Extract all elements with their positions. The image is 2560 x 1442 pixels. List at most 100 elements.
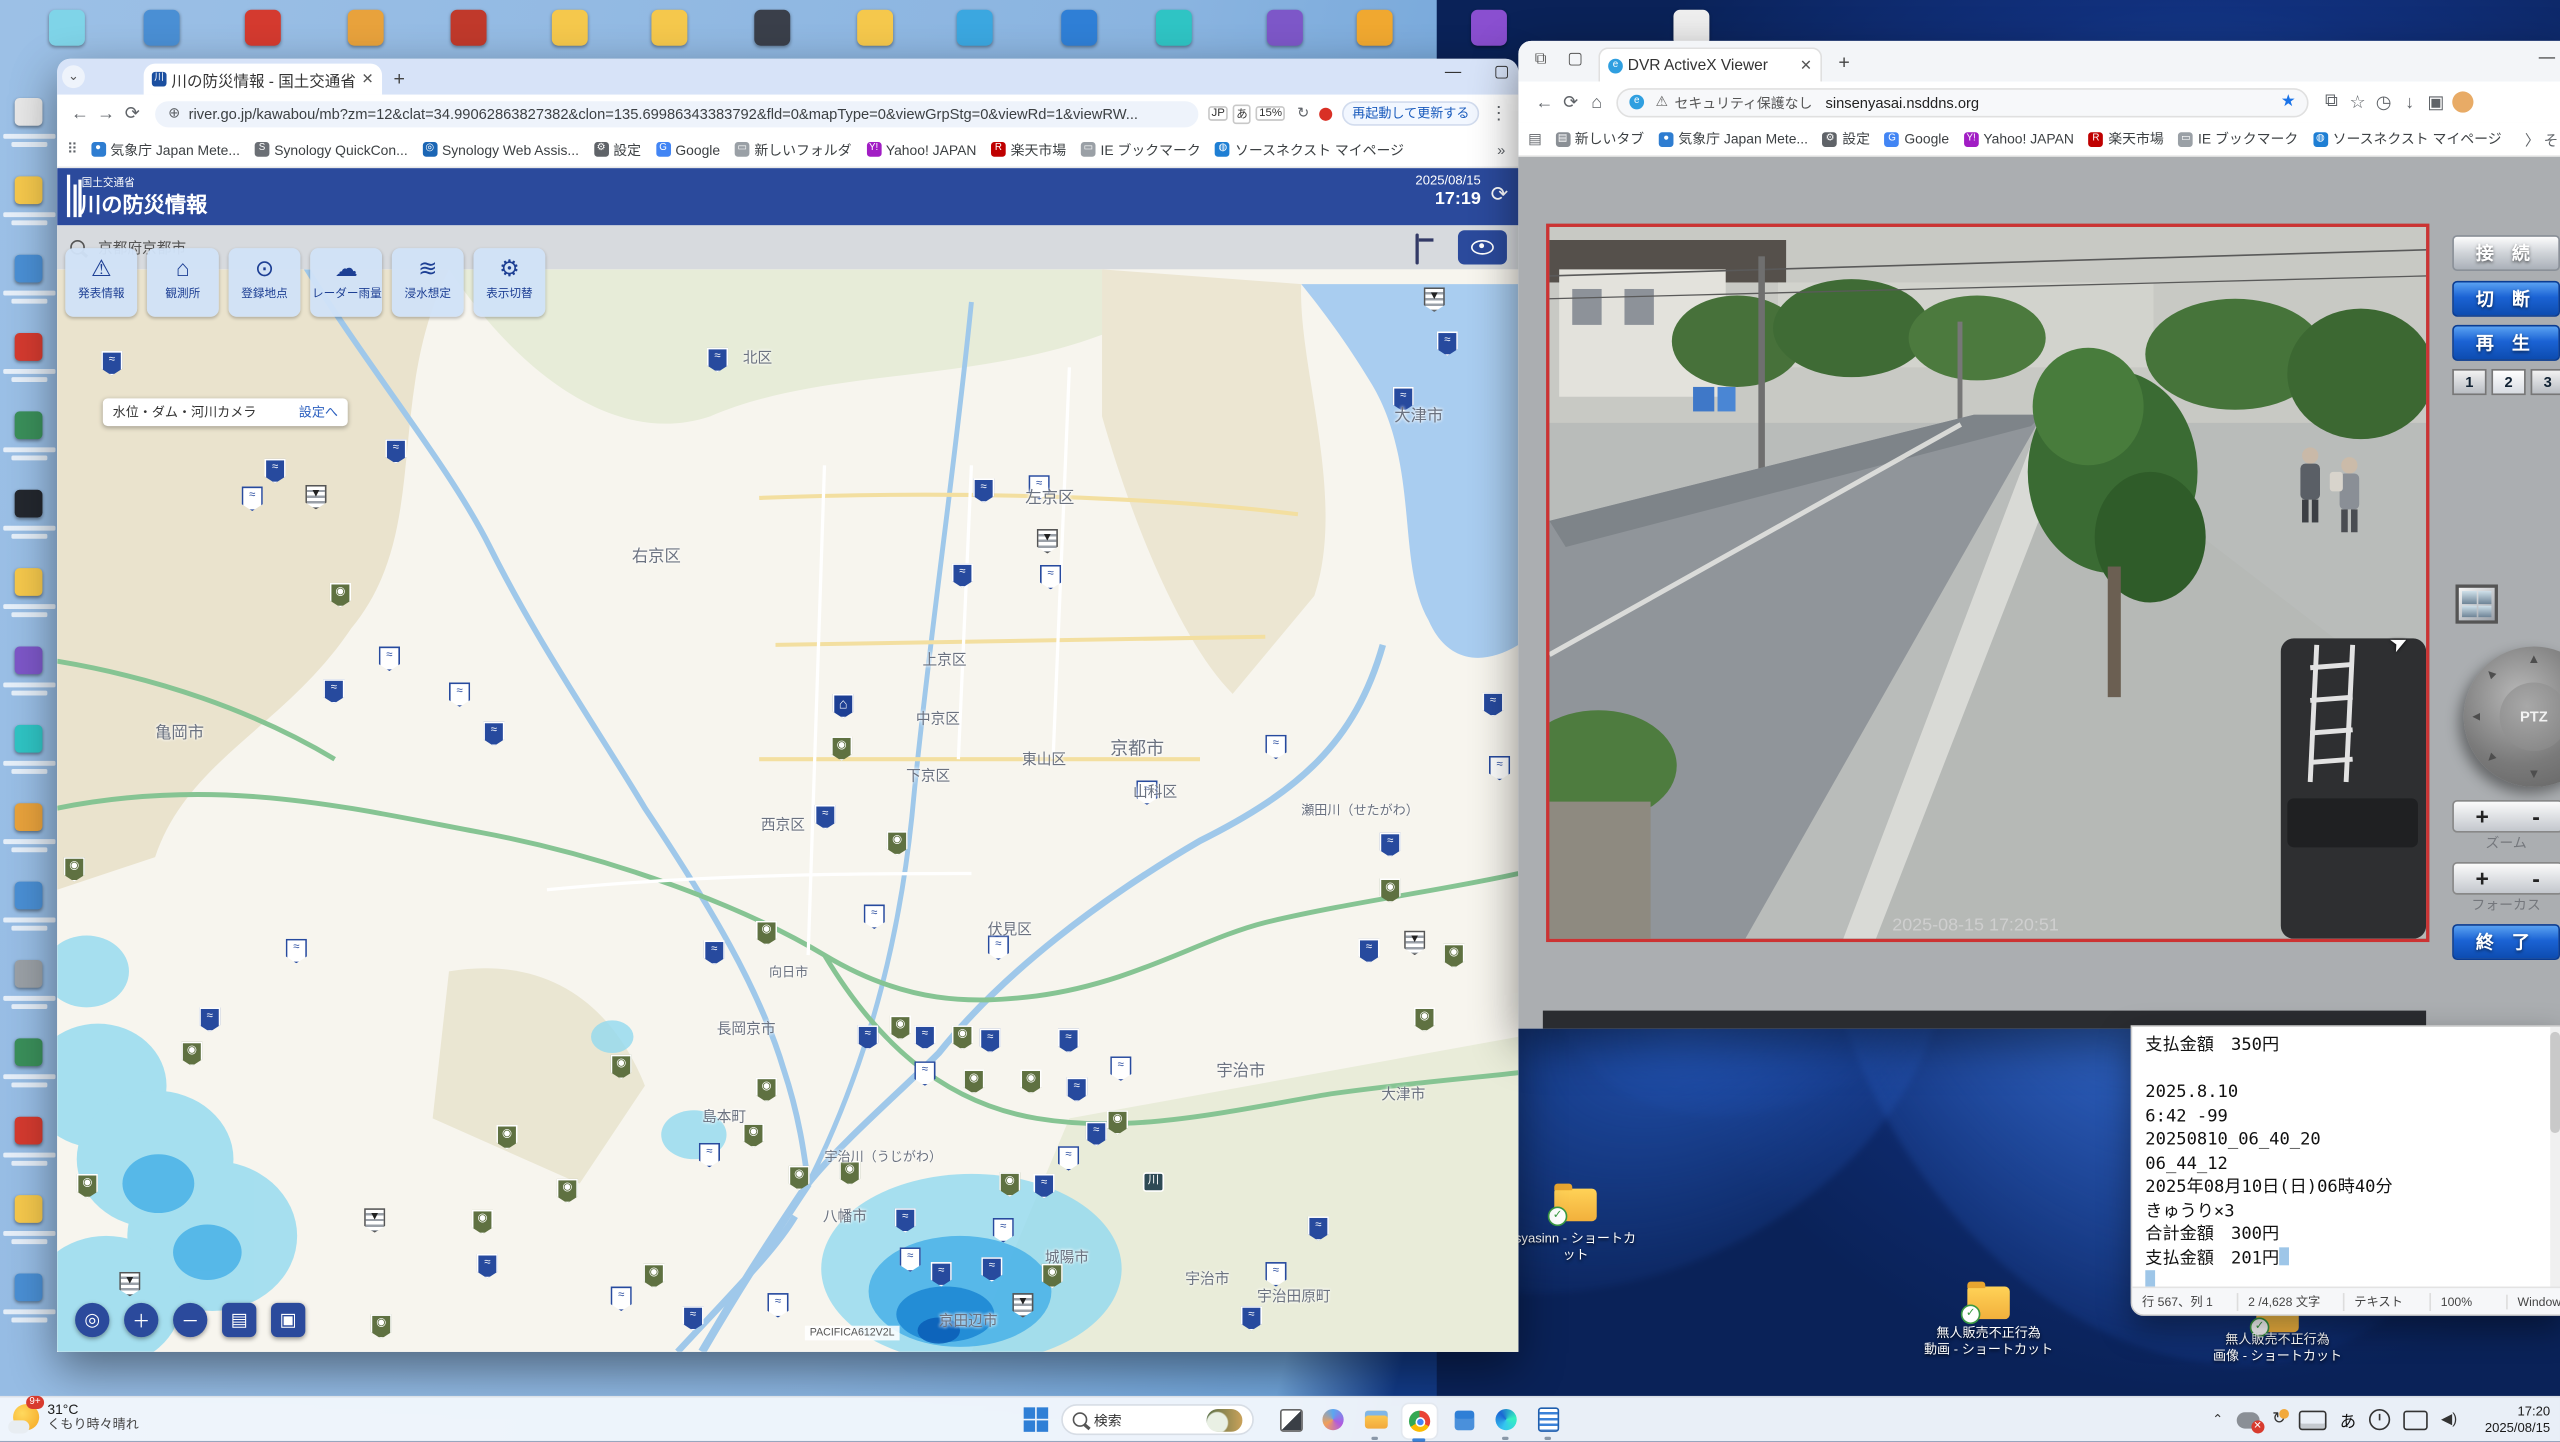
window-maximize-button[interactable]: ▢: [1494, 64, 1509, 82]
zoom-out-button[interactable]: －: [173, 1302, 208, 1338]
tab-list-chevron[interactable]: ⌄: [62, 65, 85, 89]
zoom-in-button[interactable]: +: [2476, 805, 2489, 828]
address-bar[interactable]: ⊕ river.go.jp/kawabou/mb?zm=12&clat=34.9…: [155, 100, 1199, 127]
marker-river-camera[interactable]: ◉: [63, 857, 85, 882]
marker-gauge-striped[interactable]: ▼: [1404, 930, 1426, 956]
bookmark-item[interactable]: ◍ ソースネクスト マイページ: [1215, 140, 1404, 160]
marker-water-level-navy[interactable]: ≈: [264, 458, 286, 484]
dvr-channel-button-1[interactable]: 1: [2452, 368, 2487, 396]
desktop-shortcut-icon[interactable]: [754, 9, 791, 46]
profile-avatar[interactable]: [2452, 91, 2474, 113]
marker-water-level-navy[interactable]: ≈: [1085, 1121, 1107, 1147]
downloads-icon[interactable]: ↓: [2397, 92, 2423, 112]
marker-river-camera[interactable]: ◉: [329, 582, 352, 608]
back-icon[interactable]: ←: [67, 104, 93, 124]
marker-water-level-navy[interactable]: ≈: [1436, 331, 1458, 356]
chrome-active-tab[interactable]: 川 川の防災情報 - 国土交通省 ✕: [143, 63, 383, 95]
marker-river-camera[interactable]: ◉: [1413, 1007, 1436, 1032]
ime-mode-indicator[interactable]: あ: [2340, 1407, 2356, 1432]
desktop-shortcut-icon[interactable]: [48, 9, 85, 46]
desktop-shortcut-icon[interactable]: [0, 957, 59, 1022]
marker-river-camera[interactable]: ◉: [889, 1015, 912, 1040]
marker-water-level-navy[interactable]: ≈: [973, 478, 995, 503]
dvr-play-button[interactable]: 再 生: [2452, 324, 2560, 361]
desktop-shortcut-icon[interactable]: [1155, 9, 1192, 46]
desktop-shortcut-icon[interactable]: [1061, 9, 1098, 46]
desktop-shortcut-icon[interactable]: [551, 9, 588, 46]
marker-water-level-navy[interactable]: ≈: [814, 804, 836, 830]
marker-water-level-white[interactable]: ≈: [1039, 564, 1062, 590]
marker-water-level-navy[interactable]: ≈: [914, 1025, 936, 1050]
marker-water-level-navy[interactable]: ≈: [1057, 1028, 1080, 1054]
sync-icon[interactable]: ↻: [1290, 104, 1316, 122]
capture-icon[interactable]: ▣: [2423, 91, 2449, 113]
marker-water-level-white[interactable]: ≈: [1265, 1262, 1287, 1287]
taskbar-clock[interactable]: 17:20 2025/08/15: [2485, 1404, 2550, 1435]
ptz-center[interactable]: PTZ: [2499, 682, 2560, 752]
dvr-connect-button[interactable]: 接 続: [2452, 235, 2560, 272]
desktop-shortcut-icon[interactable]: [0, 251, 59, 316]
desktop-shortcut-icon[interactable]: [0, 1192, 59, 1257]
bookmark-item[interactable]: ▤ 新しいタブ: [1555, 129, 1644, 149]
desktop-shortcut-icon[interactable]: [0, 1035, 59, 1100]
desktop-shortcut-icon[interactable]: [0, 1113, 59, 1178]
marker-water-level-white[interactable]: ≈: [378, 646, 400, 672]
marker-water-level-white[interactable]: ≈: [1488, 755, 1511, 781]
tab-actions-icon[interactable]: ▢: [1567, 51, 1582, 69]
marker-river-camera[interactable]: ◉: [556, 1178, 578, 1204]
desktop-shortcut-icon[interactable]: [0, 173, 59, 238]
chrome-icon[interactable]: [1400, 1402, 1439, 1442]
window-minimize-button[interactable]: —: [1445, 64, 1461, 82]
observatory-button[interactable]: ⌂ 観測所: [146, 248, 219, 317]
focus-out-button[interactable]: -: [2532, 867, 2540, 890]
desktop-shortcut-icon[interactable]: [0, 722, 59, 787]
marker-water-level-navy[interactable]: ≈: [385, 439, 407, 464]
marker-water-level-navy[interactable]: ≈: [894, 1208, 916, 1233]
file-explorer-icon[interactable]: [1358, 1402, 1392, 1440]
dvr-exit-button[interactable]: 終 了: [2452, 924, 2560, 960]
history-icon[interactable]: ◷: [2371, 91, 2397, 113]
marker-water-level-navy[interactable]: ≈: [1482, 692, 1504, 717]
bookmark-item[interactable]: Y! Yahoo! JAPAN: [1963, 131, 2074, 147]
marker-gauge-striped[interactable]: ▼: [364, 1208, 386, 1233]
bookmark-item[interactable]: ◍ ソースネクスト マイページ: [2312, 129, 2502, 149]
marker-water-level-white[interactable]: ≈: [914, 1061, 936, 1086]
marker-water-level-navy[interactable]: ≈: [1307, 1216, 1329, 1241]
bookmark-item[interactable]: G Google: [1884, 131, 1949, 147]
marker-gauge-striped[interactable]: ▼: [1012, 1293, 1034, 1318]
dvr-channel-button-3[interactable]: 3: [2530, 368, 2560, 396]
marker-river-camera[interactable]: ◉: [76, 1173, 98, 1199]
radar-rain-button[interactable]: ☁ レーダー雨量: [310, 248, 383, 317]
marker-river-camera[interactable]: ◉: [610, 1054, 632, 1080]
marker-river-camera[interactable]: ◉: [1020, 1069, 1042, 1094]
notepad-scrollbar[interactable]: [2550, 1026, 2560, 1289]
marker-river-camera[interactable]: ◉: [963, 1069, 985, 1094]
marker-river-camera[interactable]: ◉: [1443, 943, 1465, 969]
desktop-shortcut-icon[interactable]: [347, 9, 384, 46]
marker-water-level-white[interactable]: ≈: [1265, 734, 1287, 760]
reload-icon[interactable]: ⟳: [119, 103, 145, 124]
marker-water-level-white[interactable]: ≈: [241, 486, 263, 512]
marker-river-office[interactable]: 川: [1142, 1172, 1165, 1192]
alert-info-button[interactable]: ⚠ 発表情報: [65, 248, 138, 317]
marker-river-camera[interactable]: ◉: [1379, 878, 1401, 903]
zoom-out-button[interactable]: -: [2532, 805, 2540, 828]
extension-jp-icon[interactable]: JP: [1208, 106, 1229, 121]
bookmark-item[interactable]: ● 気象庁 Japan Mete...: [1658, 129, 1808, 149]
marker-water-level-navy[interactable]: ≈: [857, 1025, 879, 1050]
network-icon[interactable]: [2403, 1409, 2428, 1430]
dvr-ptz-dial[interactable]: PTZ ▲ ▲ ▲ ▲ ▲ ▲ ▲ ▲: [2463, 646, 2560, 787]
bookmark-item[interactable]: ▭ IE ブックマーク: [2178, 129, 2298, 149]
desktop-shortcut-icon[interactable]: [0, 330, 59, 395]
marker-water-level-navy[interactable]: ≈: [101, 351, 123, 376]
marker-river-camera[interactable]: ◉: [370, 1314, 392, 1339]
marker-water-level-white[interactable]: ≈: [698, 1142, 720, 1168]
bookmark-item[interactable]: ◎ Synology Web Assis...: [422, 141, 579, 158]
marker-water-level-navy[interactable]: ≈: [476, 1253, 498, 1279]
flood-assumption-button[interactable]: ≋ 浸水想定: [391, 248, 464, 317]
marker-gauge-striped[interactable]: ▼: [1036, 528, 1058, 554]
bookmark-item[interactable]: ⚙ 設定: [593, 140, 641, 160]
workspaces-icon[interactable]: ⧉: [1535, 51, 1547, 69]
marker-river-camera[interactable]: ◉: [1106, 1110, 1129, 1135]
microsoft-store-icon[interactable]: [1447, 1402, 1481, 1436]
